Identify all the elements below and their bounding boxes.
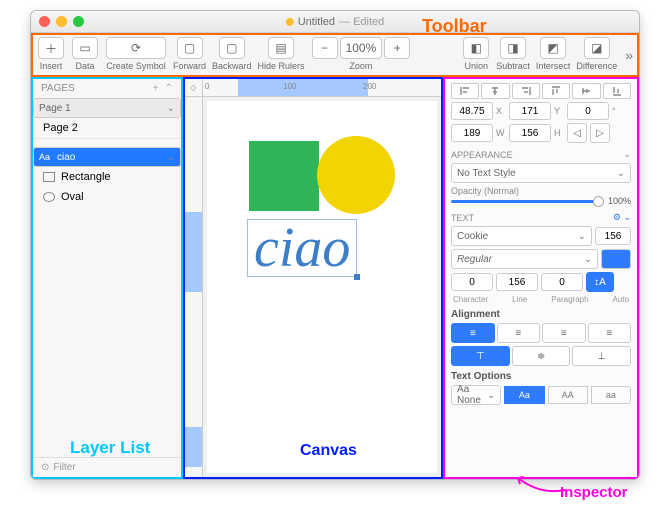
backward-button[interactable]: ▢ [219,37,245,59]
titlebar: Untitled — Edited [31,11,639,33]
chevron-down-icon[interactable]: ⌄ [623,149,631,160]
text-align-center-button[interactable]: ≡ [497,323,541,343]
artboard[interactable]: ciao [207,101,437,473]
document-icon [286,18,294,26]
layer-item-text[interactable]: Aa ciao [33,147,181,167]
text-valign-middle-button[interactable]: ≑ [512,346,571,366]
rectangle-layer-icon [43,172,55,182]
appearance-header: APPEARANCE [451,150,513,160]
font-weight-select[interactable]: Regular [451,249,598,269]
opacity-label: Opacity (Normal) [451,186,631,196]
y-input[interactable] [509,102,551,120]
text-layer-icon: Aa [39,152,51,162]
align-left-edges-icon[interactable] [451,83,479,99]
layer-label: Oval [61,191,84,203]
align-v-center-icon[interactable] [572,83,600,99]
difference-button[interactable]: ◪ [584,37,610,59]
font-size-input[interactable] [595,227,631,245]
zoom-value[interactable]: 100% [340,37,383,59]
alignment-header: Alignment [451,309,631,320]
oval-shape[interactable] [317,136,395,214]
case-upper-button[interactable]: AA [548,386,588,404]
layer-item-rect[interactable]: Rectangle [33,167,181,187]
gear-icon[interactable]: ⚙ ⌄ [613,212,631,223]
filter-icon: ⊙ [41,462,49,473]
x-input[interactable] [451,102,493,120]
app-window: Untitled — Edited ＋Insert ▭Data ⟳Create … [30,10,640,480]
text-valign-top-button[interactable]: ⊤ [451,346,510,366]
flip-v-icon[interactable]: ▷ [590,123,610,143]
rectangle-shape[interactable] [249,141,319,211]
flip-h-icon[interactable]: ◁ [567,123,587,143]
align-h-center-icon[interactable] [481,83,509,99]
text-header: TEXT [451,213,474,223]
annotation-inspector: Inspector [560,484,628,501]
inspector-panel: X Y ° W H ◁ ▷ APPEARANCE⌄ No Text Style … [443,77,639,479]
layer-label: ciao [57,152,75,163]
layer-item-oval[interactable]: Oval [33,187,181,207]
line-spacing-input[interactable] [496,273,538,291]
ruler-origin-icon[interactable]: ◇ [185,79,203,96]
text-color-swatch[interactable] [601,249,631,269]
char-spacing-input[interactable] [451,273,493,291]
data-button[interactable]: ▭ [72,37,98,59]
zoom-in-button[interactable]: + [384,37,410,59]
layer-list-panel: PAGES + ⌃ Page 1 Page 2 Aa ciao Rectangle [31,77,183,479]
zoom-icon[interactable] [73,16,84,27]
textopts-header: Text Options [451,371,631,382]
height-input[interactable] [509,124,551,142]
zoom-out-button[interactable]: − [312,37,338,59]
toolbar: ＋Insert ▭Data ⟳Create Symbol ▢Forward ▢B… [31,33,639,77]
minimize-icon[interactable] [56,16,67,27]
ruler-horizontal: ◇ 0 100 200 [185,79,441,97]
arrow-icon [510,475,568,495]
subtract-button[interactable]: ◨ [500,37,526,59]
forward-button[interactable]: ▢ [177,37,203,59]
close-icon[interactable] [39,16,50,27]
rotation-input[interactable] [567,102,609,120]
create-symbol-button[interactable]: ⟳ [106,37,166,59]
text-align-justify-button[interactable]: ≡ [588,323,632,343]
font-select[interactable]: Cookie [451,226,592,246]
para-spacing-input[interactable] [541,273,583,291]
hide-rulers-button[interactable]: ▤ [268,37,294,59]
intersect-button[interactable]: ◩ [540,37,566,59]
insert-button[interactable]: ＋ [38,37,64,59]
layer-label: Rectangle [61,171,111,183]
align-bottom-edges-icon[interactable] [603,83,631,99]
union-button[interactable]: ◧ [463,37,489,59]
add-page-icon[interactable]: + [153,83,159,94]
width-input[interactable] [451,124,493,142]
text-style-select[interactable]: No Text Style [451,163,631,183]
overflow-icon[interactable]: » [625,47,633,63]
text-layer-ciao[interactable]: ciao [247,219,357,277]
text-align-left-button[interactable]: ≡ [451,323,495,343]
opacity-value: 100% [608,196,631,206]
text-align-right-button[interactable]: ≡ [542,323,586,343]
filter-input[interactable]: ⊙ Filter [33,457,181,477]
opacity-slider[interactable] [451,200,604,203]
pages-header: PAGES [41,83,75,94]
edited-label: — Edited [339,16,384,28]
text-transform-select[interactable]: Aa None [451,385,501,405]
window-controls [39,16,84,27]
align-top-edges-icon[interactable] [542,83,570,99]
page-item[interactable]: Page 2 [33,118,181,139]
window-title: Untitled [298,16,335,28]
collapse-icon[interactable]: ⌃ [165,83,173,94]
ruler-vertical [185,97,203,477]
auto-line-height-button[interactable]: ↕A [586,272,614,292]
canvas-panel: ◇ 0 100 200 ciao [183,77,443,479]
page-item[interactable]: Page 1 [33,98,181,118]
text-valign-bottom-button[interactable]: ⊥ [572,346,631,366]
case-lower-button[interactable]: aa [591,386,631,404]
case-normal-button[interactable]: Aa [504,386,544,404]
align-right-edges-icon[interactable] [512,83,540,99]
oval-layer-icon [43,192,55,202]
